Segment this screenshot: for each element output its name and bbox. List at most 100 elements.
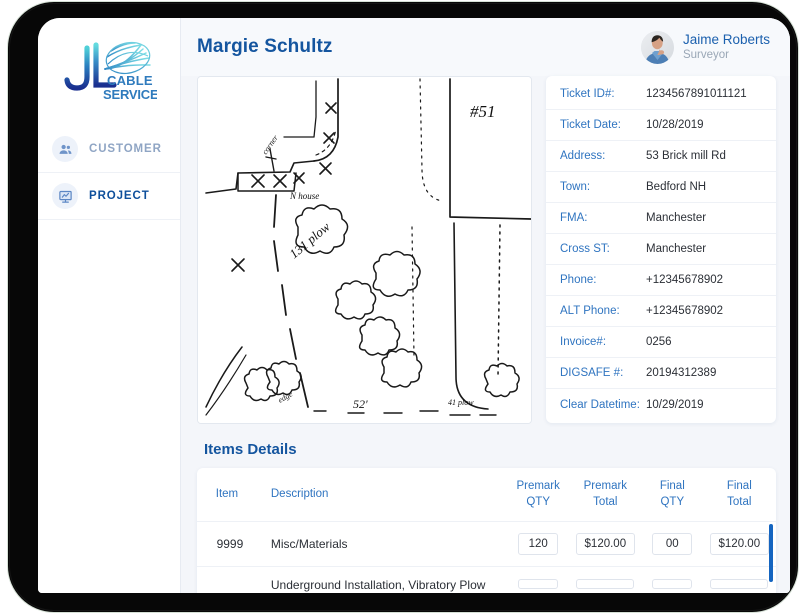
- sketch-annotation-52b: 52': [353, 397, 368, 411]
- table-row[interactable]: 9999 Misc/Materials 120 $120.00 00 $120.…: [197, 521, 776, 568]
- site-sketch-card[interactable]: #51 131 plow 52' N house corner 41 plow …: [197, 76, 532, 424]
- top-row: #51 131 plow 52' N house corner 41 plow …: [197, 76, 776, 424]
- cell-premark-total: $120.00: [568, 521, 642, 568]
- col-header-line2: QTY: [660, 495, 685, 508]
- premark-qty-input[interactable]: 120: [518, 533, 559, 556]
- content-area: #51 131 plow 52' N house corner 41 plow …: [181, 76, 790, 593]
- detail-value: 53 Brick mill Rd: [646, 150, 726, 162]
- detail-row-ticket-date: Ticket Date: 10/28/2019: [546, 110, 776, 141]
- cell-description: Misc/Materials: [256, 521, 508, 568]
- detail-label: Address:: [560, 150, 606, 162]
- detail-row-alt-phone: ALT Phone: +12345678902: [546, 296, 776, 327]
- detail-label: Town:: [560, 181, 591, 193]
- detail-row-clear-datetime: Clear Datetime: 10/29/2019: [546, 389, 776, 420]
- user-profile[interactable]: Jaime Roberts Surveyor: [640, 30, 770, 64]
- final-total-input[interactable]: [710, 579, 769, 590]
- cell-premark-total: [568, 566, 642, 593]
- detail-value: +12345678902: [646, 305, 724, 317]
- detail-value: Manchester: [646, 212, 707, 224]
- ticket-details-card: Ticket ID#: 1234567891011121 Ticket Date…: [546, 76, 776, 423]
- presentation-board-icon: [52, 183, 78, 209]
- detail-row-digsafe: DIGSAFE #: 20194312389: [546, 358, 776, 389]
- sidebar-item-label-project: PROJECT: [89, 190, 150, 202]
- detail-label: Phone:: [560, 274, 597, 286]
- col-header-premark-total: Premark Total: [568, 468, 642, 523]
- detail-row-phone: Phone: +12345678902: [546, 265, 776, 296]
- col-header-line1: Final: [659, 480, 685, 492]
- cell-final-qty: [642, 566, 703, 593]
- col-header-line2: Total: [727, 495, 752, 508]
- cell-item: [197, 566, 257, 593]
- final-qty-input[interactable]: 00: [652, 533, 693, 556]
- people-icon: [52, 136, 78, 162]
- detail-label: FMA:: [560, 212, 588, 224]
- app-logo[interactable]: CABLE SERVICES: [38, 18, 180, 126]
- detail-row-town: Town: Bedford NH: [546, 172, 776, 203]
- sidebar-item-project[interactable]: PROJECT: [38, 173, 180, 220]
- detail-value: 0256: [646, 336, 672, 348]
- cell-description: Underground Installation, Vibratory Plow: [256, 566, 508, 593]
- top-bar: Margie Schultz Jaime Roberts Surveyor: [181, 18, 790, 76]
- col-header-item: Item: [197, 468, 257, 523]
- premark-qty-input[interactable]: [518, 579, 559, 590]
- cell-premark-qty: 120: [507, 521, 569, 568]
- detail-row-fma: FMA: Manchester: [546, 203, 776, 234]
- premark-total-input[interactable]: [576, 579, 635, 590]
- detail-value: +12345678902: [646, 274, 724, 286]
- user-photo-icon: [640, 30, 674, 64]
- items-table-scrollbar[interactable]: [769, 524, 773, 582]
- detail-row-invoice: Invoice#: 0256: [546, 327, 776, 358]
- cell-final-qty: 00: [642, 521, 703, 568]
- detail-value: 20194312389: [646, 367, 717, 379]
- detail-row-address: Address: 53 Brick mill Rd: [546, 141, 776, 172]
- detail-label: Ticket Date:: [560, 119, 621, 131]
- detail-value: Bedford NH: [646, 181, 707, 193]
- col-header-line2: Total: [593, 495, 618, 508]
- logo-word-cable: CABLE: [107, 73, 153, 88]
- table-header-row: Item Description Premark QTY Premark Tot…: [197, 468, 776, 523]
- cell-final-total: $120.00: [702, 521, 776, 568]
- logo-word-services: SERVICES: [103, 87, 157, 102]
- col-header-line2: QTY: [526, 495, 550, 508]
- detail-label: Ticket ID#:: [560, 88, 615, 100]
- user-info: Jaime Roberts Surveyor: [683, 32, 770, 62]
- final-qty-input[interactable]: [652, 579, 693, 590]
- items-table: Item Description Premark QTY Premark Tot…: [197, 468, 776, 593]
- col-header-line1: Premark: [516, 480, 560, 492]
- premark-total-input[interactable]: $120.00: [575, 533, 636, 556]
- jl-cable-services-logo-icon: CABLE SERVICES: [64, 41, 157, 102]
- sidebar: CABLE SERVICES CUSTOMER: [38, 18, 181, 593]
- detail-value: 1234567891011121: [646, 88, 747, 100]
- cell-premark-qty: [507, 566, 569, 593]
- items-table-body: 9999 Misc/Materials 120 $120.00 00 $120.…: [197, 521, 776, 593]
- detail-label: ALT Phone:: [560, 305, 620, 317]
- items-details-title: Items Details: [204, 441, 297, 458]
- detail-value: 10/28/2019: [646, 119, 704, 131]
- col-header-line1: Final: [726, 480, 752, 492]
- sidebar-item-customer[interactable]: CUSTOMER: [38, 126, 180, 173]
- detail-row-ticket-id: Ticket ID#: 1234567891011121: [546, 79, 776, 110]
- table-row[interactable]: Underground Installation, Vibratory Plow: [197, 566, 776, 593]
- user-role: Surveyor: [682, 48, 729, 61]
- detail-row-cross-st: Cross ST: Manchester: [546, 234, 776, 265]
- detail-label: Clear Datetime:: [560, 398, 640, 411]
- detail-label: DIGSAFE #:: [560, 367, 624, 379]
- items-table-head: Item Description Premark QTY Premark Tot…: [197, 468, 776, 523]
- sketch-annotation-41plow: 41 plow: [448, 398, 474, 407]
- detail-value: Manchester: [646, 243, 707, 255]
- cell-item: 9999: [197, 521, 257, 568]
- sketch-annotation-house-number: #51: [470, 102, 496, 121]
- detail-label: Invoice#:: [560, 336, 607, 348]
- col-header-final-qty: Final QTY: [642, 468, 703, 523]
- sidebar-item-label-customer: CUSTOMER: [89, 143, 162, 155]
- cell-final-total: [702, 566, 776, 593]
- final-total-input[interactable]: $120.00: [709, 533, 770, 556]
- site-sketch-icon: #51 131 plow 52' N house corner 41 plow …: [198, 77, 531, 423]
- tablet-device-frame: CABLE SERVICES CUSTOMER: [8, 2, 798, 612]
- detail-label: Cross ST:: [560, 243, 610, 255]
- avatar: [640, 30, 674, 64]
- page-title: Margie Schultz: [197, 36, 333, 57]
- col-header-final-total: Final Total: [702, 468, 776, 523]
- main-content: Margie Schultz Jaime Roberts Surveyor #5…: [181, 18, 790, 593]
- col-header-premark-qty: Premark QTY: [507, 468, 569, 523]
